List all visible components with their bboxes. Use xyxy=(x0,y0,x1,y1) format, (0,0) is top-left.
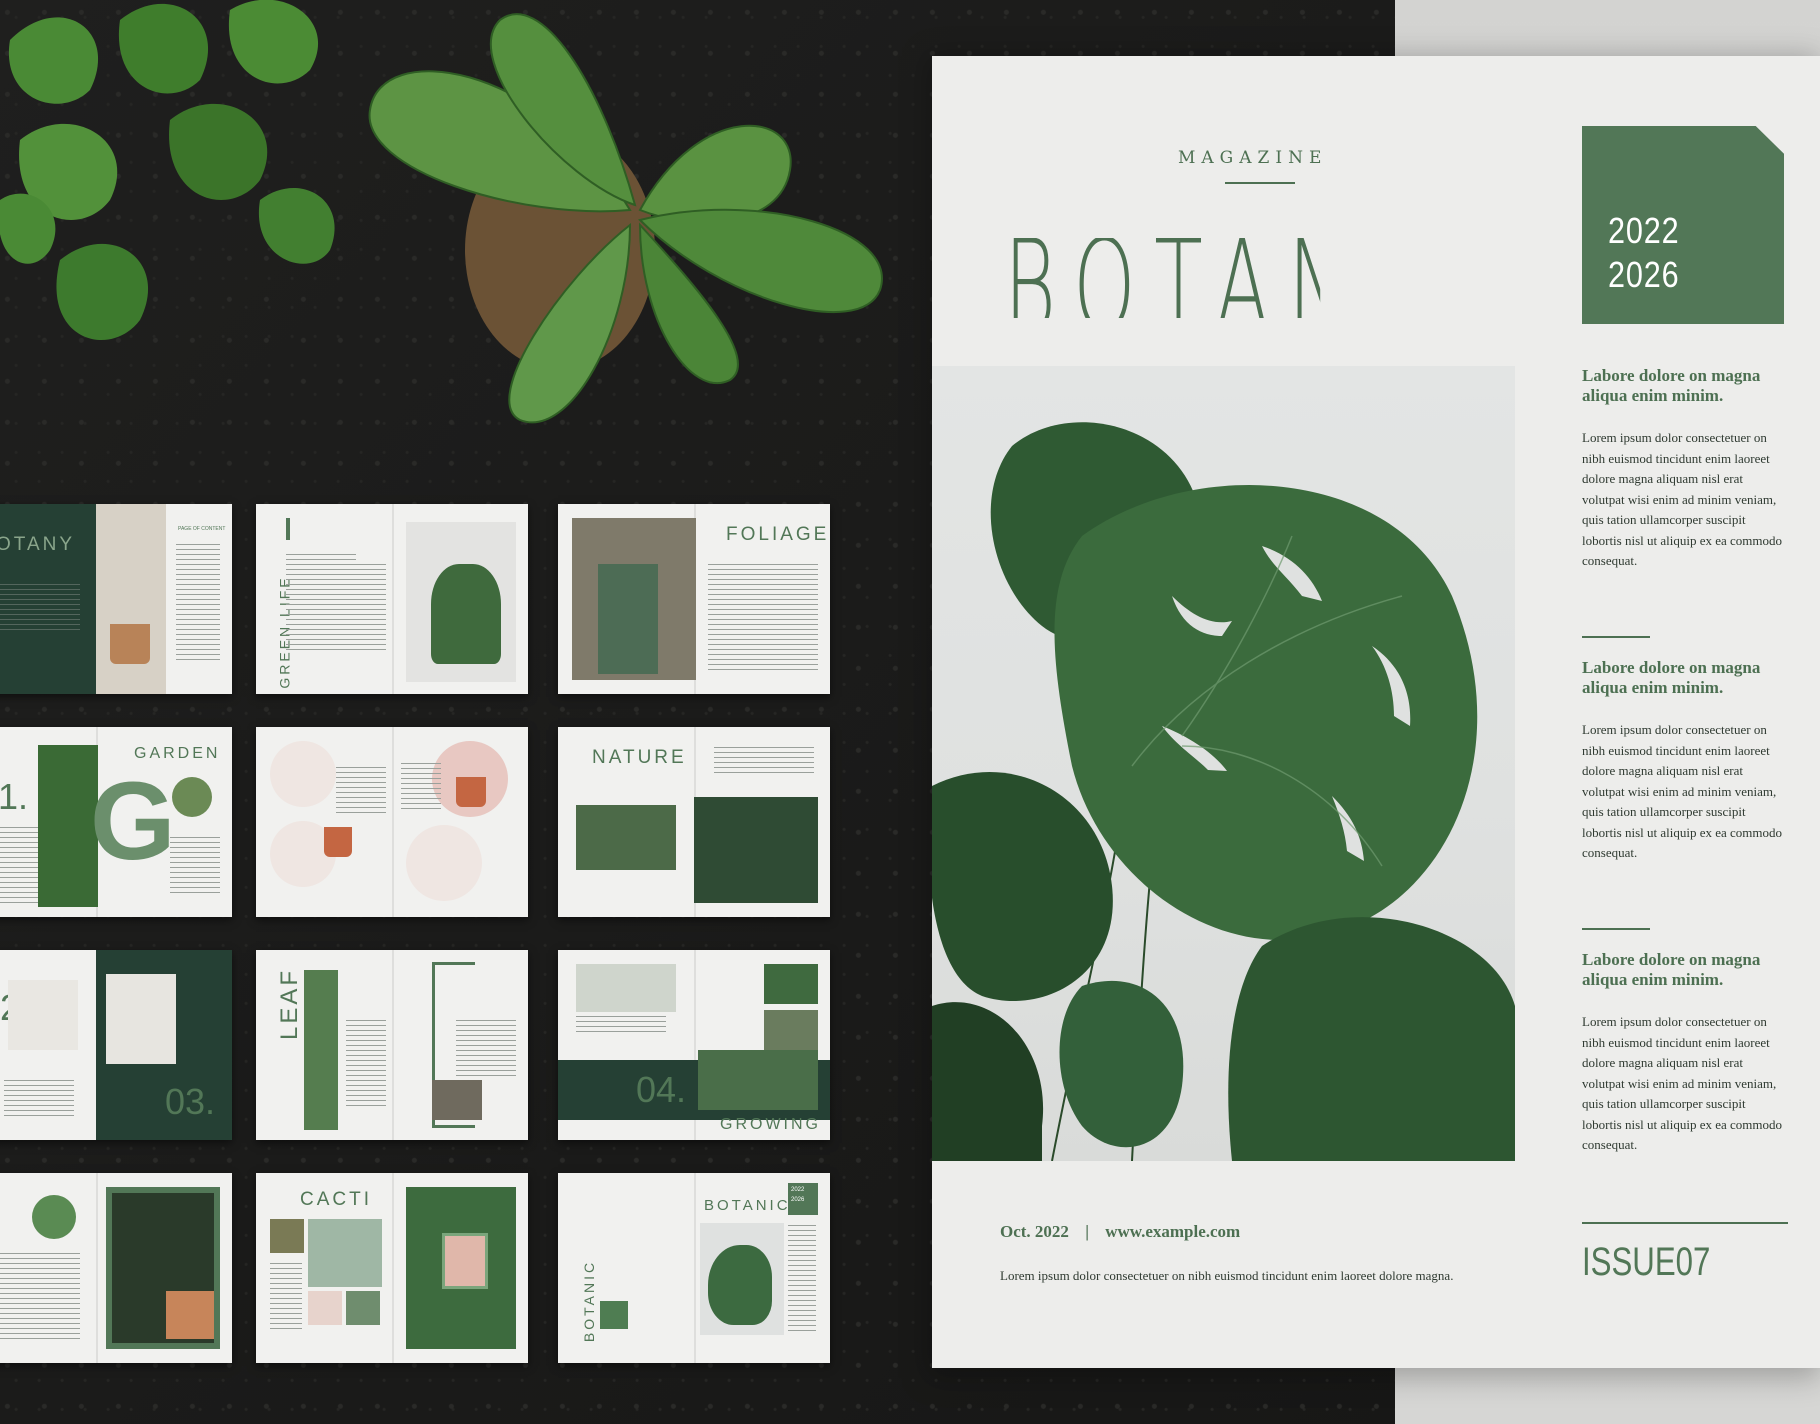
feature-3-body: Lorem ipsum dolor consectetuer on nibh e… xyxy=(1582,1014,1783,1152)
year-start: 2022 xyxy=(1608,210,1680,251)
feature-3-heading: Labore dolore on magna aliqua enim minim… xyxy=(1582,950,1761,989)
spread-garden[interactable]: 1. G GARDEN xyxy=(0,727,232,917)
spread-mini-vertical-title: BOTANIC xyxy=(581,1259,598,1343)
feature-1-body: Lorem ipsum dolor consectetuer on nibh e… xyxy=(1582,430,1783,568)
spread-mini-year-end: 2026 xyxy=(791,1197,805,1203)
spread-toc-title: PAGE OF CONTENT xyxy=(178,526,226,532)
feature-2-body: Lorem ipsum dolor consectetuer on nibh e… xyxy=(1582,722,1783,860)
cover-footer-meta: Oct. 2022 | www.example.com xyxy=(1000,1222,1240,1242)
feature-1-heading: Labore dolore on magna aliqua enim minim… xyxy=(1582,366,1761,405)
spread-growing-title: GROWING xyxy=(720,1116,821,1133)
spread-cacti[interactable]: CACTI xyxy=(256,1173,528,1363)
spread-cacti-title: CACTI xyxy=(300,1189,372,1210)
feature-divider-2 xyxy=(1582,928,1650,930)
cover-title: BOTANIC xyxy=(1004,238,1320,318)
spread-botany[interactable]: OTANY PAGE OF CONTENT xyxy=(0,504,232,694)
spread-plants-grid[interactable] xyxy=(256,727,528,917)
plant-decoration xyxy=(0,0,883,424)
spread-mini-cover[interactable]: BOTANIC BOTANIC 2022 2026 xyxy=(558,1173,830,1363)
spread-chapter-02[interactable]: 2. 03. xyxy=(0,950,232,1140)
spread-botany-title: OTANY xyxy=(0,534,76,555)
year-end: 2026 xyxy=(1608,254,1680,295)
spread-garden-big-letter: G xyxy=(90,760,176,883)
issue-number: ISSUE07 xyxy=(1582,1240,1711,1284)
cover-magazine-label: MAGAZINE xyxy=(1178,148,1328,168)
feature-divider-1 xyxy=(1582,636,1650,638)
feature-2-heading: Labore dolore on magna aliqua enim minim… xyxy=(1582,658,1761,697)
spread-nature[interactable]: NATURE xyxy=(558,727,830,917)
spread-foliage-title: FOLIAGE xyxy=(726,524,830,545)
spread-mini-year-start: 2022 xyxy=(791,1187,805,1193)
spread-garden-number: 1. xyxy=(0,776,29,817)
cover-title-wrapper: BOTANIC xyxy=(1004,238,1514,328)
cover-footer-text: Lorem ipsum dolor consectetuer on nibh e… xyxy=(1000,1268,1454,1283)
cover-label-rule xyxy=(1225,182,1295,184)
cover-website-link[interactable]: www.example.com xyxy=(1105,1222,1240,1241)
spread-nature-title: NATURE xyxy=(592,747,687,768)
spread-chapter-03-number: 03. xyxy=(165,1081,216,1122)
issue-rule xyxy=(1582,1222,1788,1224)
spread-leaf[interactable]: LEAF xyxy=(256,950,528,1140)
spread-foliage[interactable]: FOLIAGE xyxy=(558,504,830,694)
spread-mini-title: BOTANIC xyxy=(704,1197,791,1214)
cover-separator: | xyxy=(1085,1222,1089,1241)
spread-growing[interactable]: 04. GROWING xyxy=(558,950,830,1140)
cover-photo-monstera xyxy=(932,366,1515,1161)
spread-tropical[interactable] xyxy=(0,1173,232,1363)
spread-leaf-title: LEAF xyxy=(276,967,304,1041)
cover-date: Oct. 2022 xyxy=(1000,1222,1069,1241)
spread-garden-title: GARDEN xyxy=(134,745,221,762)
spread-growing-number: 04. xyxy=(636,1069,687,1110)
spread-green-life[interactable]: GREEN LIFE xyxy=(256,504,528,694)
